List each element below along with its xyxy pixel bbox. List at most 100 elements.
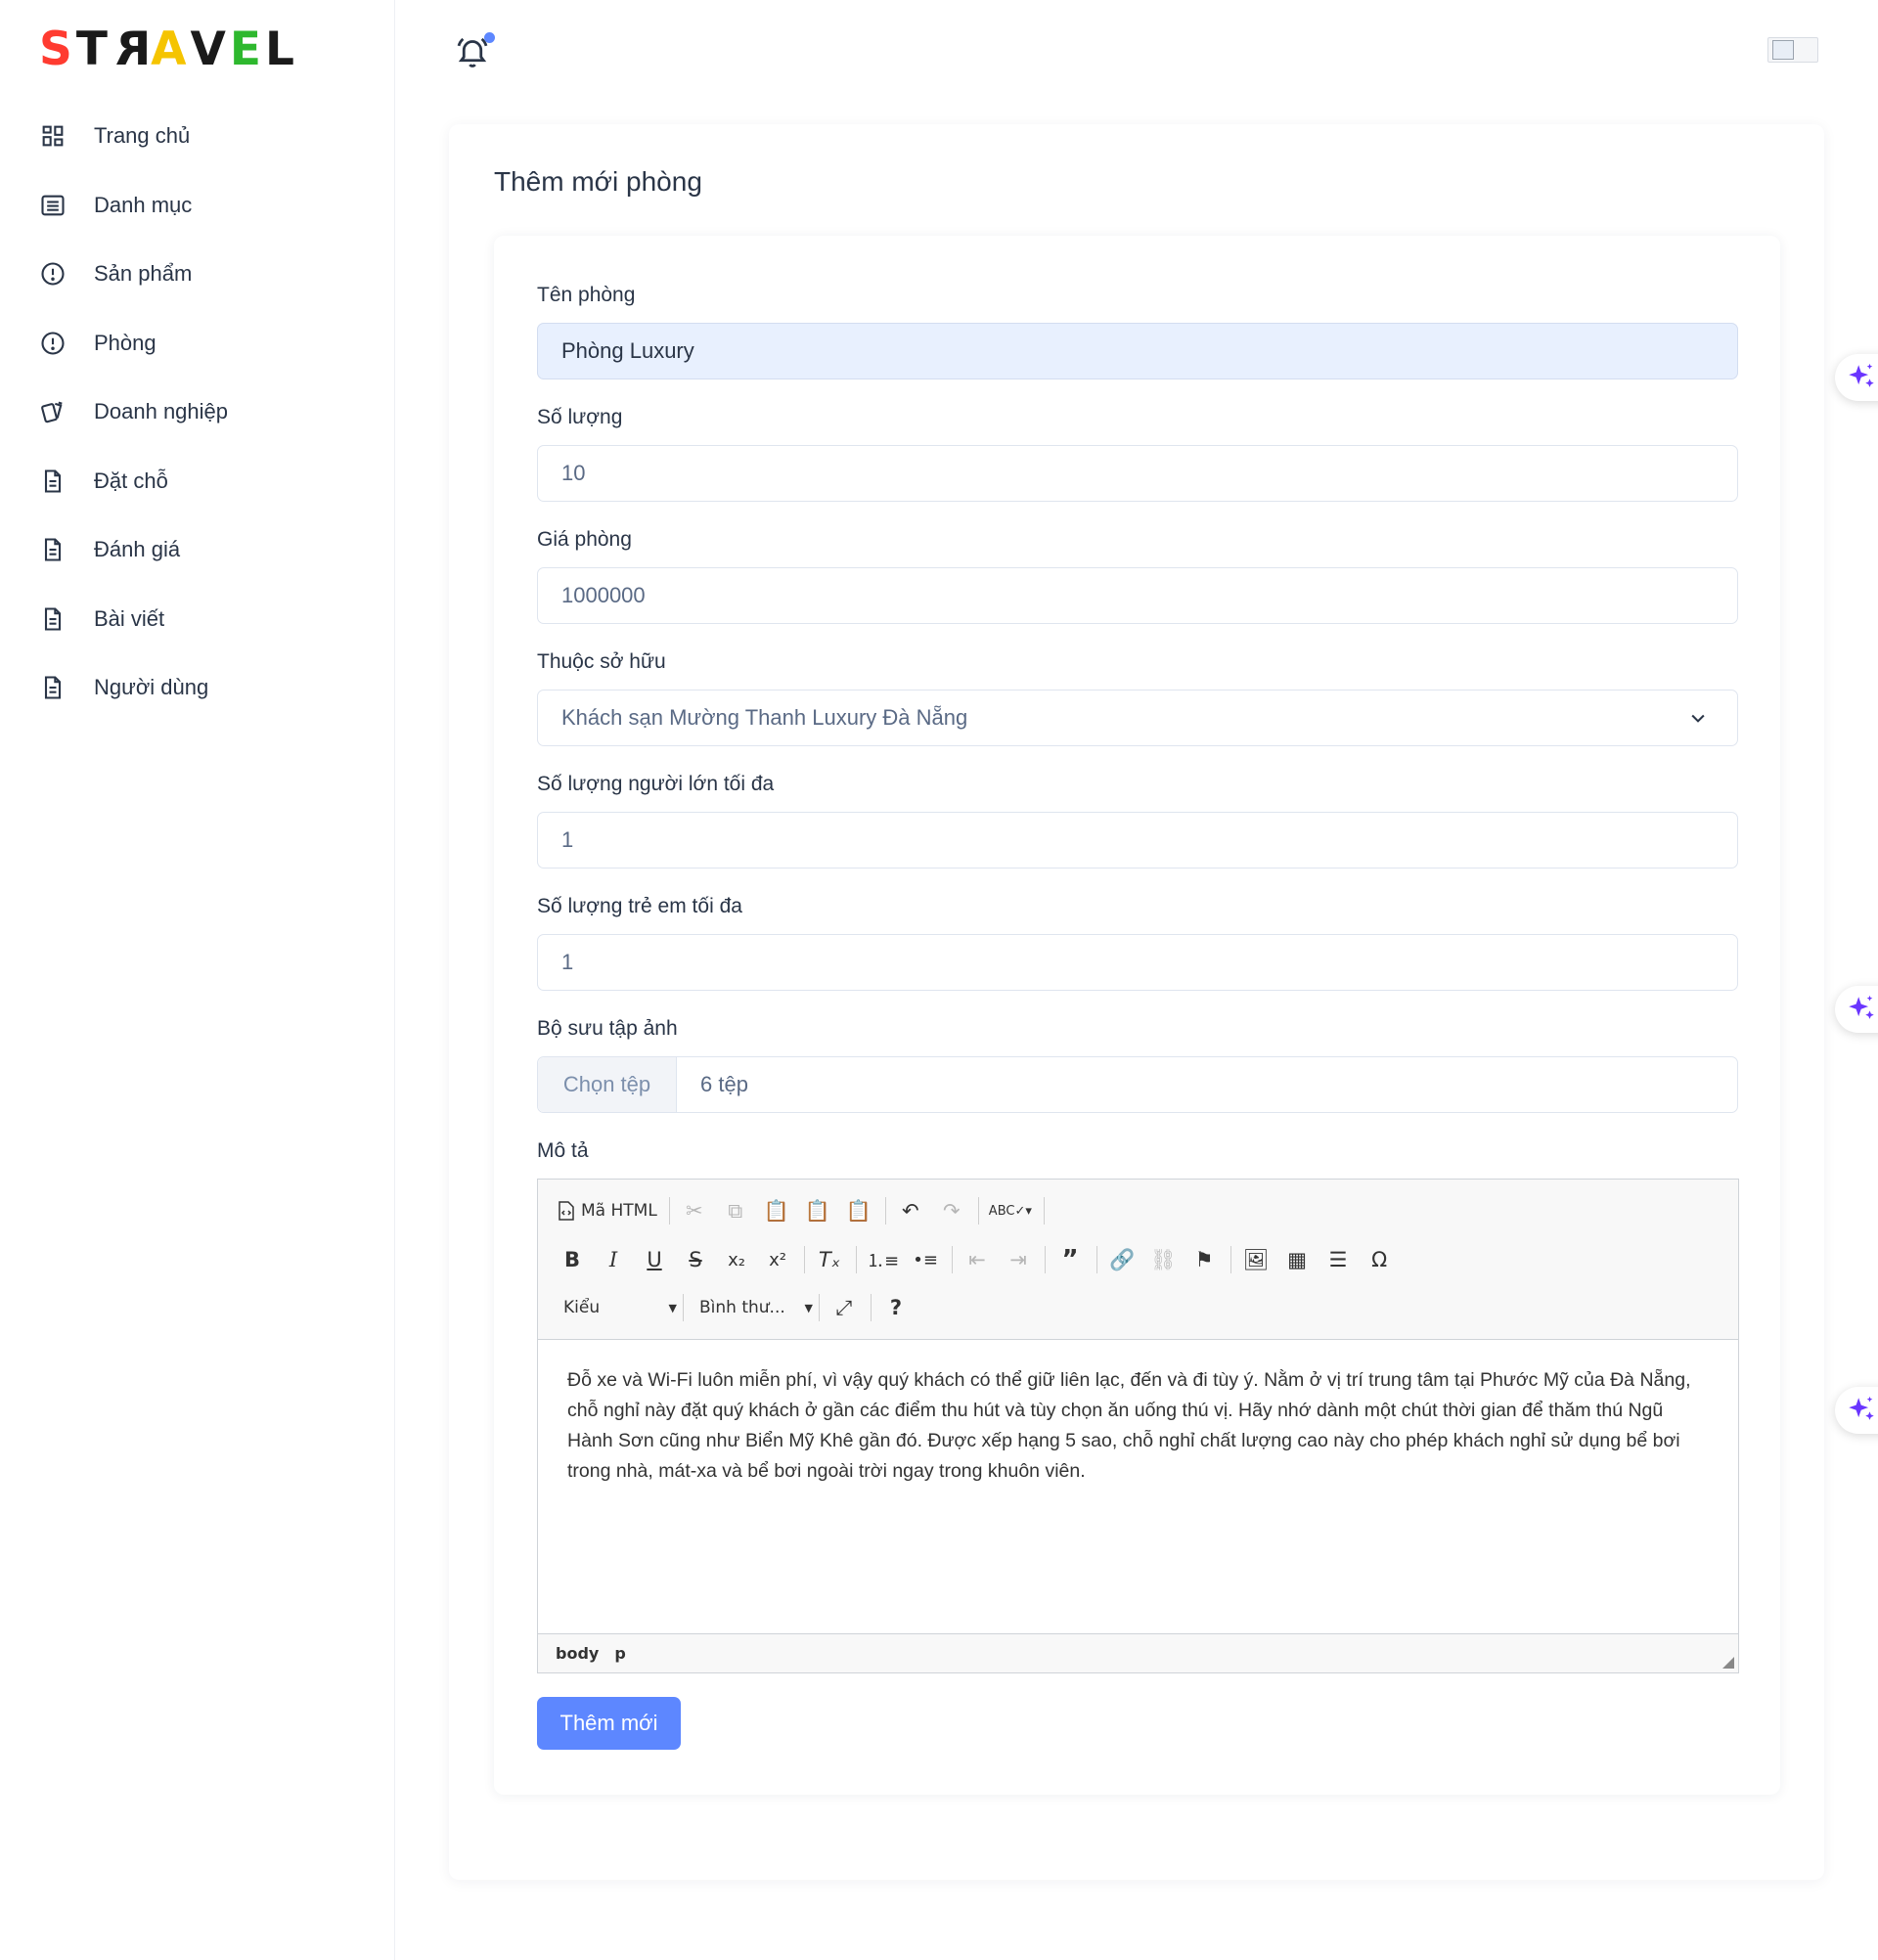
room-name-input[interactable]: Phòng Luxury xyxy=(537,323,1738,379)
unlink-icon[interactable]: ⛓ xyxy=(1148,1244,1178,1275)
gallery-label: Bộ sưu tập ảnh xyxy=(537,1017,678,1040)
quantity-input[interactable]: 10 xyxy=(537,445,1738,502)
price-input[interactable]: 1000000 xyxy=(537,567,1738,624)
file-count: 6 tệp xyxy=(700,1072,748,1096)
source-button[interactable]: Mã HTML xyxy=(558,1195,657,1226)
special-char-icon[interactable]: Ω xyxy=(1364,1244,1394,1275)
ai-assist-button[interactable] xyxy=(1835,986,1878,1033)
logo-letter: V xyxy=(190,22,230,76)
owner-select[interactable]: Khách sạn Mường Thanh Luxury Đà Nẵng xyxy=(537,690,1738,746)
chevron-down-icon xyxy=(1691,714,1705,723)
toolbar-separator xyxy=(884,1197,886,1225)
blockquote-icon[interactable]: ” xyxy=(1055,1244,1085,1275)
avatar[interactable] xyxy=(1767,37,1818,63)
dashboard-icon xyxy=(39,122,94,150)
strikethrough-icon[interactable]: S xyxy=(681,1244,710,1275)
owner-label: Thuộc sở hữu xyxy=(537,650,666,673)
format-select-label: Bình thư... xyxy=(699,1298,785,1317)
superscript-icon[interactable]: x² xyxy=(763,1244,792,1275)
choose-file-button[interactable]: Chọn tệp xyxy=(538,1057,677,1112)
sidebar-item-rooms[interactable]: Phòng xyxy=(39,309,372,379)
ai-assist-button[interactable] xyxy=(1835,354,1878,401)
table-icon[interactable]: ▦ xyxy=(1282,1244,1312,1275)
editor-toolbar: Mã HTML ✂ ⧉ 📋 📋 📋 ↶ ↷ ABC✓▾ B I U S x₂ x… xyxy=(538,1180,1738,1340)
max-adults-value: 1 xyxy=(561,827,574,852)
paste-text-icon[interactable]: 📋 xyxy=(803,1195,832,1226)
rich-text-editor: Mã HTML ✂ ⧉ 📋 📋 📋 ↶ ↷ ABC✓▾ B I U S x₂ x… xyxy=(537,1179,1739,1673)
remove-format-icon[interactable]: Tₓ xyxy=(815,1244,844,1275)
sidebar-item-label: Đặt chỗ xyxy=(94,468,168,493)
submit-button[interactable]: Thêm mới xyxy=(537,1697,681,1750)
sparkle-icon xyxy=(1849,995,1874,1019)
sidebar-item-users[interactable]: Người dùng xyxy=(39,653,372,723)
sidebar-item-posts[interactable]: Bài viết xyxy=(39,585,372,654)
redo-icon[interactable]: ↷ xyxy=(937,1195,966,1226)
sidebar-item-reviews[interactable]: Đánh giá xyxy=(39,515,372,585)
toolbar-row: Mã HTML ✂ ⧉ 📋 📋 📋 ↶ ↷ ABC✓▾ xyxy=(558,1195,1054,1226)
resize-grip-icon[interactable] xyxy=(1722,1657,1734,1669)
sidebar-item-label: Doanh nghiệp xyxy=(94,399,229,424)
gallery-file-input[interactable]: Chọn tệp 6 tệp xyxy=(537,1056,1738,1113)
sidebar-nav: Trang chủ Danh mục Sản phẩm Phòng Doanh … xyxy=(39,102,372,723)
toolbar-separator xyxy=(1096,1246,1098,1273)
outdent-icon[interactable]: ⇤ xyxy=(962,1244,992,1275)
caret-down-icon: ▼ xyxy=(804,1301,813,1314)
toolbar-separator xyxy=(668,1197,670,1225)
element-path-item[interactable]: p xyxy=(614,1644,625,1663)
bold-icon[interactable]: B xyxy=(558,1244,587,1275)
copy-icon[interactable]: ⧉ xyxy=(721,1195,750,1226)
sidebar-item-label: Sản phẩm xyxy=(94,261,193,287)
sidebar-item-bookings[interactable]: Đặt chỗ xyxy=(39,447,372,516)
toolbar-separator xyxy=(683,1294,684,1321)
file-text-icon xyxy=(39,605,94,633)
max-children-value: 1 xyxy=(561,950,574,974)
notification-dot xyxy=(484,32,495,43)
format-select[interactable]: Bình thư... ▼ xyxy=(693,1291,819,1324)
ai-assist-button[interactable] xyxy=(1835,1387,1878,1434)
max-adults-input[interactable]: 1 xyxy=(537,812,1738,869)
horizontal-rule-icon[interactable]: ☰ xyxy=(1323,1244,1353,1275)
underline-icon[interactable]: U xyxy=(640,1244,669,1275)
toolbar-separator xyxy=(856,1246,857,1273)
style-select[interactable]: Kiểu ▼ xyxy=(558,1291,683,1324)
sidebar-item-categories[interactable]: Danh mục xyxy=(39,171,372,241)
max-children-input[interactable]: 1 xyxy=(537,934,1738,991)
brand-logo[interactable]: S T R A V E L xyxy=(39,22,298,76)
sidebar-item-label: Phòng xyxy=(94,330,156,355)
italic-icon[interactable]: I xyxy=(599,1244,628,1275)
file-text-icon xyxy=(39,536,94,563)
toolbar-separator xyxy=(1230,1246,1232,1273)
quantity-label: Số lượng xyxy=(537,406,623,428)
anchor-flag-icon[interactable]: ⚑ xyxy=(1189,1244,1219,1275)
editor-status-bar: body p xyxy=(538,1633,1738,1672)
sidebar-item-businesses[interactable]: Doanh nghiệp xyxy=(39,378,372,447)
undo-icon[interactable]: ↶ xyxy=(896,1195,925,1226)
numbered-list-icon[interactable]: ⒈≡ xyxy=(867,1244,899,1275)
logo-letter: T xyxy=(75,22,112,76)
element-path-item[interactable]: body xyxy=(556,1644,599,1663)
editor-content[interactable]: Đỗ xe và Wi-Fi luôn miễn phí, vì vậy quý… xyxy=(567,1365,1712,1487)
logo-letter: L xyxy=(264,22,298,76)
cut-icon[interactable]: ✂ xyxy=(680,1195,709,1226)
link-icon[interactable]: 🔗 xyxy=(1107,1244,1137,1275)
sidebar-item-label: Danh mục xyxy=(94,192,193,217)
toolbar-row: Kiểu ▼ Bình thư... ▼ ⤢ ? xyxy=(558,1291,922,1324)
sidebar-item-label: Đánh giá xyxy=(94,537,181,562)
spellcheck-icon[interactable]: ABC✓▾ xyxy=(989,1195,1032,1226)
page-title: Thêm mới phòng xyxy=(494,166,702,197)
toolbar-separator xyxy=(871,1294,872,1321)
help-icon[interactable]: ? xyxy=(881,1292,911,1323)
sparkle-icon xyxy=(1849,1396,1874,1420)
image-icon[interactable]: 🖼 xyxy=(1241,1244,1271,1275)
maximize-icon[interactable]: ⤢ xyxy=(829,1292,859,1323)
paste-icon[interactable]: 📋 xyxy=(762,1195,791,1226)
paste-word-icon[interactable]: 📋 xyxy=(844,1195,873,1226)
sidebar-item-products[interactable]: Sản phẩm xyxy=(39,240,372,309)
subscript-icon[interactable]: x₂ xyxy=(722,1244,751,1275)
sidebar-item-home[interactable]: Trang chủ xyxy=(39,102,372,171)
bulleted-list-icon[interactable]: •≡ xyxy=(911,1244,940,1275)
indent-icon[interactable]: ⇥ xyxy=(1004,1244,1033,1275)
cards-icon xyxy=(39,398,94,425)
quantity-value: 10 xyxy=(561,461,586,485)
toolbar-separator xyxy=(1045,1246,1047,1273)
